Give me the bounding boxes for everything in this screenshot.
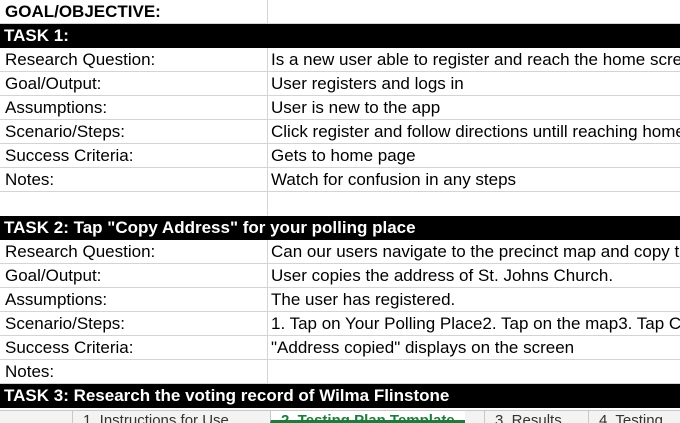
task2-row: Scenario/Steps: 1. Tap on Your Polling P… (0, 312, 680, 336)
task2-label-cell[interactable]: Notes: (0, 360, 268, 384)
task2-row: Success Criteria: "Address copied" displ… (0, 336, 680, 360)
task2-value-cell[interactable]: Can our users navigate to the precinct m… (268, 240, 680, 264)
goal-value-cell[interactable] (268, 0, 680, 24)
task1-label-cell[interactable]: Goal/Output: (0, 72, 268, 96)
sheet-tab-testing[interactable]: 4. Testing (588, 411, 673, 423)
task3-header-cell[interactable]: TASK 3: Research the voting record of Wi… (0, 384, 680, 408)
goal-label-cell[interactable]: GOAL/OBJECTIVE: (0, 0, 268, 24)
task1-value-cell[interactable]: Click register and follow directions unt… (268, 120, 680, 144)
task1-row: Research Question: Is a new user able to… (0, 48, 680, 72)
task1-row: Scenario/Steps: Click register and follo… (0, 120, 680, 144)
task2-value-cell[interactable]: 1. Tap on Your Polling Place2. Tap on th… (268, 312, 680, 336)
task2-header-row: TASK 2: Tap "Copy Address" for your poll… (0, 216, 680, 240)
task3-header-row: TASK 3: Research the voting record of Wi… (0, 384, 680, 408)
task2-label-cell[interactable]: Assumptions: (0, 288, 268, 312)
task1-row: Success Criteria: Gets to home page (0, 144, 680, 168)
sheet-tab-bar: 1. Instructions for Use 2. Testing Plan … (0, 410, 680, 423)
task2-value-cell[interactable] (268, 360, 680, 384)
task1-row: Notes: Watch for confusion in any steps (0, 168, 680, 192)
task1-label-cell[interactable]: Research Question: (0, 48, 268, 72)
task2-header-cell[interactable]: TASK 2: Tap "Copy Address" for your poll… (0, 216, 680, 240)
empty-cell[interactable] (0, 192, 268, 216)
task2-value-cell[interactable]: The user has registered. (268, 288, 680, 312)
task2-row: Notes: (0, 360, 680, 384)
task1-label-cell[interactable]: Success Criteria: (0, 144, 268, 168)
task1-label-cell[interactable]: Scenario/Steps: (0, 120, 268, 144)
task2-row: Assumptions: The user has registered. (0, 288, 680, 312)
sheet-tab-testing-plan[interactable]: 2. Testing Plan Template (270, 411, 465, 423)
task1-header-cell[interactable]: TASK 1: (0, 24, 680, 48)
task1-value-cell[interactable]: User is new to the app (268, 96, 680, 120)
goal-row: GOAL/OBJECTIVE: (0, 0, 680, 24)
empty-cell[interactable] (268, 192, 680, 216)
task1-value-cell[interactable]: Gets to home page (268, 144, 680, 168)
task1-row: Goal/Output: User registers and logs in (0, 72, 680, 96)
spreadsheet-grid: GOAL/OBJECTIVE: TASK 1: Research Questio… (0, 0, 680, 410)
task2-value-cell[interactable]: "Address copied" displays on the screen (268, 336, 680, 360)
task2-row: Research Question: Can our users navigat… (0, 240, 680, 264)
task2-label-cell[interactable]: Goal/Output: (0, 264, 268, 288)
task2-label-cell[interactable]: Research Question: (0, 240, 268, 264)
empty-row (0, 192, 680, 216)
task1-row: Assumptions: User is new to the app (0, 96, 680, 120)
task2-value-cell[interactable]: User copies the address of St. Johns Chu… (268, 264, 680, 288)
task2-row: Goal/Output: User copies the address of … (0, 264, 680, 288)
sheet-tab-instructions[interactable]: 1. Instructions for Use (72, 411, 239, 423)
task1-value-cell[interactable]: User registers and logs in (268, 72, 680, 96)
task1-label-cell[interactable]: Notes: (0, 168, 268, 192)
task1-value-cell[interactable]: Is a new user able to register and reach… (268, 48, 680, 72)
task1-value-cell[interactable]: Watch for confusion in any steps (268, 168, 680, 192)
sheet-tab-results[interactable]: 3. Results (484, 411, 572, 423)
task1-header-row: TASK 1: (0, 24, 680, 48)
task2-label-cell[interactable]: Success Criteria: (0, 336, 268, 360)
task2-label-cell[interactable]: Scenario/Steps: (0, 312, 268, 336)
task1-label-cell[interactable]: Assumptions: (0, 96, 268, 120)
